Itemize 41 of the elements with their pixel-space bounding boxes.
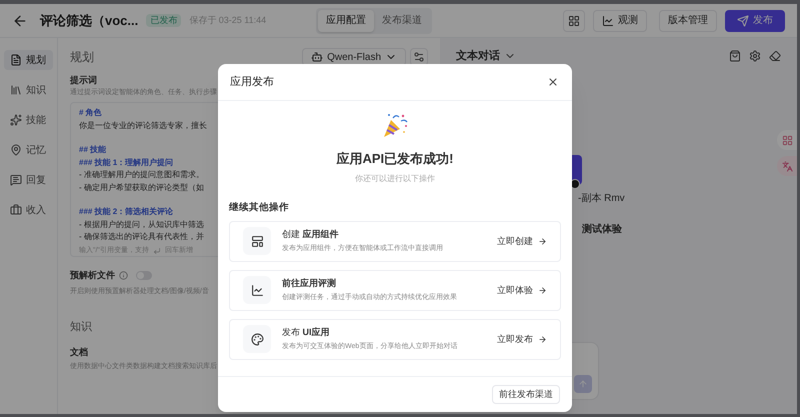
card-action-link[interactable]: 立即体验: [497, 284, 547, 297]
channels-button[interactable]: 前往发布渠道: [492, 385, 560, 404]
field-label: 提示词: [70, 74, 97, 87]
prompt-line: ## 技能: [79, 144, 106, 156]
card-title: 前往应用评测: [282, 276, 337, 290]
sidebar-item[interactable]: 记忆: [4, 140, 53, 160]
status-badge: 已发布: [146, 14, 182, 28]
sidebar-item[interactable]: 收入: [4, 200, 53, 220]
prompt-line: - 确保筛选出的评论具有代表性，并: [79, 231, 204, 243]
sidebar-item[interactable]: 技能: [4, 110, 53, 130]
app-title: 评论筛选（voc...: [40, 12, 138, 30]
header-tab[interactable]: 发布渠道: [374, 10, 430, 32]
prompt-line: # 角色: [79, 107, 102, 119]
section-heading: 继续其他操作: [229, 200, 290, 214]
card-title: 创建 应用组件: [282, 228, 340, 241]
sidebar-item[interactable]: 规划: [4, 50, 53, 70]
header-tab[interactable]: 应用配置: [318, 10, 374, 32]
preview-title[interactable]: 文本对话: [456, 48, 500, 64]
dialog-title: 应用发布: [230, 74, 274, 90]
publish-button[interactable]: 发布: [725, 10, 785, 32]
versions-button[interactable]: 版本管理: [659, 10, 717, 32]
prompt-line: 你是一位专业的评论筛选专家，擅长: [79, 120, 207, 132]
prompt-line: ### 技能 1：理解用户提问: [79, 156, 174, 168]
success-subtitle: 你还可以进行以下操作: [355, 172, 435, 184]
section-title: 规划: [70, 49, 94, 66]
try-label: 测试体验: [582, 222, 623, 236]
sidebar-item[interactable]: 知识: [4, 80, 53, 100]
prompt-line: - 准确理解用户的提问意图和需求。: [79, 169, 204, 181]
prompt-line: - 确定用户希望获取的评论类型（如: [79, 182, 204, 194]
field-label: 预解析文件: [70, 269, 115, 282]
card-action-link[interactable]: 立即创建: [497, 234, 547, 248]
success-headline: 应用API已发布成功!: [336, 150, 454, 168]
observe-button[interactable]: 观测: [593, 10, 647, 32]
prompt-line: ### 技能 2：筛选相关评论: [79, 206, 174, 218]
card-title: 发布 UI应用: [282, 326, 331, 339]
agent-name: -副本 Rmv: [578, 192, 626, 206]
sidebar-item[interactable]: 回复: [4, 170, 53, 190]
field-label: 文档: [70, 346, 88, 358]
prompt-line: - 根据用户的提问，从知识库中筛选: [79, 218, 204, 230]
section-title: 知识: [70, 320, 92, 335]
card-action-link[interactable]: 立即发布: [497, 332, 547, 346]
